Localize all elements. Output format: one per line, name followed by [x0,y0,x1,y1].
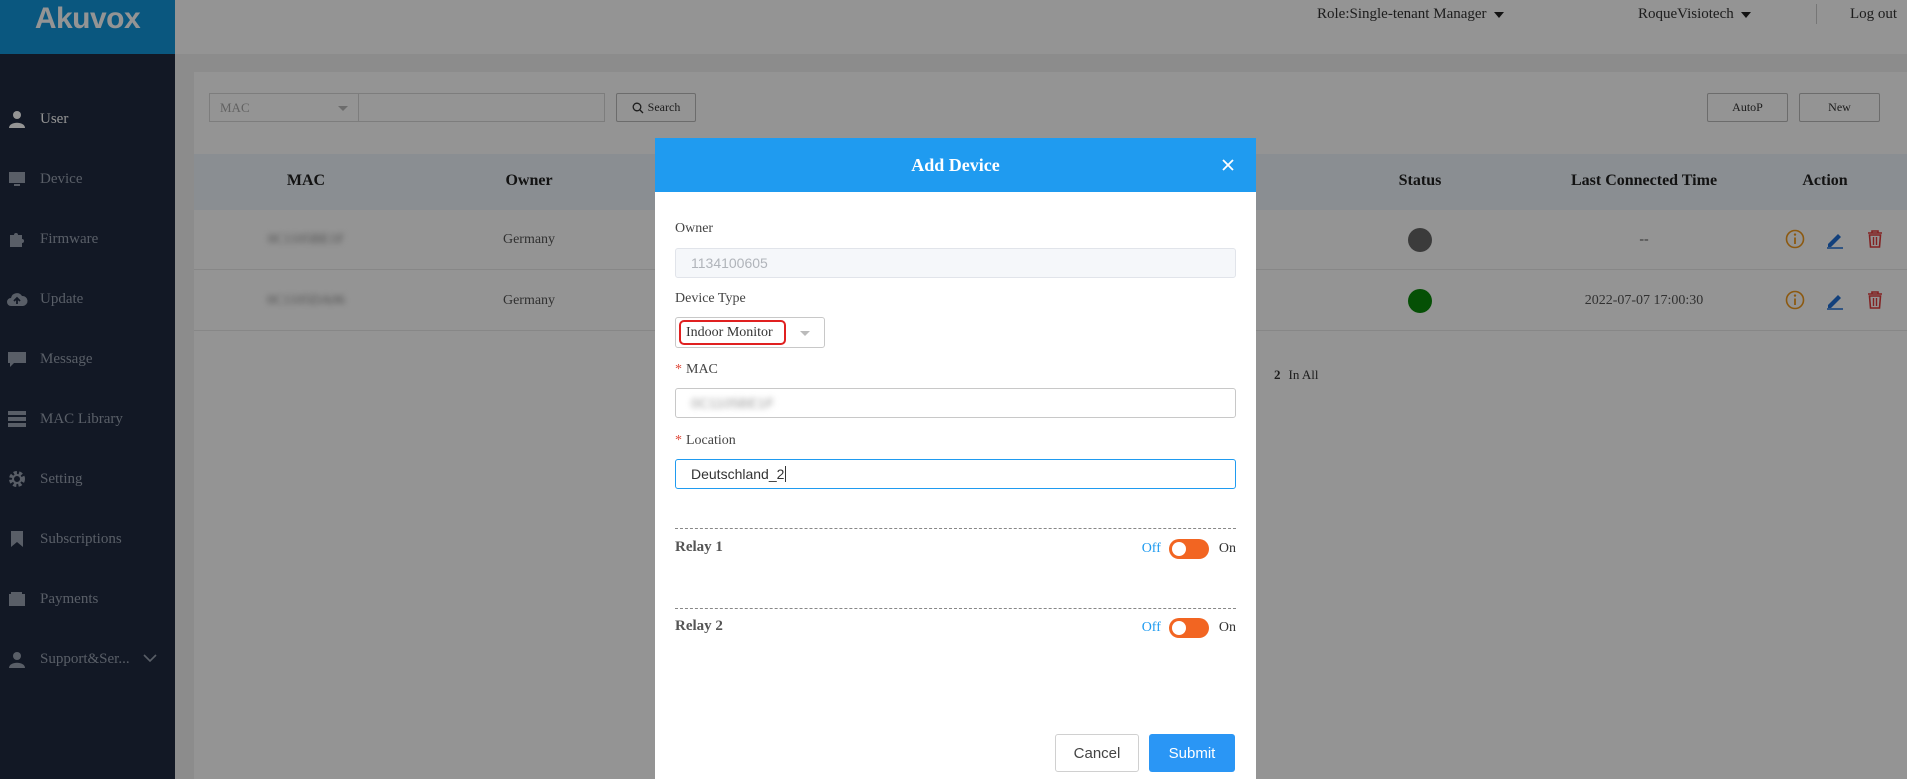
relay1-control: Off On [1142,539,1236,559]
device-type-value: Indoor Monitor [686,324,773,340]
owner-field: 1134100605 [675,248,1236,278]
owner-label: Owner [675,221,714,236]
dialog-header: Add Device [655,138,1256,192]
cancel-button[interactable]: Cancel [1055,734,1139,772]
device-type-select[interactable]: Indoor Monitor [675,317,825,348]
mac-label: * MAC [675,362,718,378]
close-icon[interactable] [1218,155,1238,175]
relay2-label: Relay 2 [675,618,723,634]
relay1-on-label: On [1218,541,1236,556]
add-device-dialog: Add Device Owner 1134100605 Device Type … [655,138,1256,779]
device-type-label: Device Type [675,291,746,306]
caret-down-icon [800,331,810,336]
relay2-toggle[interactable] [1168,618,1209,638]
relay2-off-label: Off [1141,620,1161,635]
required-asterisk: * [675,433,682,448]
location-label-text: Location [686,433,736,448]
mac-value: 0C1105BE1F [691,395,775,411]
location-value: Deutschland_2 [691,466,785,482]
owner-value: 1134100605 [691,255,768,271]
submit-button[interactable]: Submit [1149,734,1235,772]
toggle-knob [1171,621,1186,635]
mac-label-text: MAC [686,362,718,377]
divider [675,528,1236,529]
relay1-label: Relay 1 [675,539,723,555]
text-cursor [785,466,787,482]
toggle-knob [1171,542,1186,556]
location-input[interactable]: Deutschland_2 [675,459,1236,489]
dialog-title: Add Device [911,154,1000,175]
relay2-control: Off On [1142,618,1236,638]
location-label: * Location [675,433,736,449]
relay1-off-label: Off [1141,541,1161,556]
relay2-on-label: On [1218,620,1236,635]
relay1-toggle[interactable] [1168,539,1209,559]
required-asterisk: * [675,362,682,377]
divider [675,608,1236,609]
mac-input[interactable]: 0C1105BE1F [675,388,1236,418]
